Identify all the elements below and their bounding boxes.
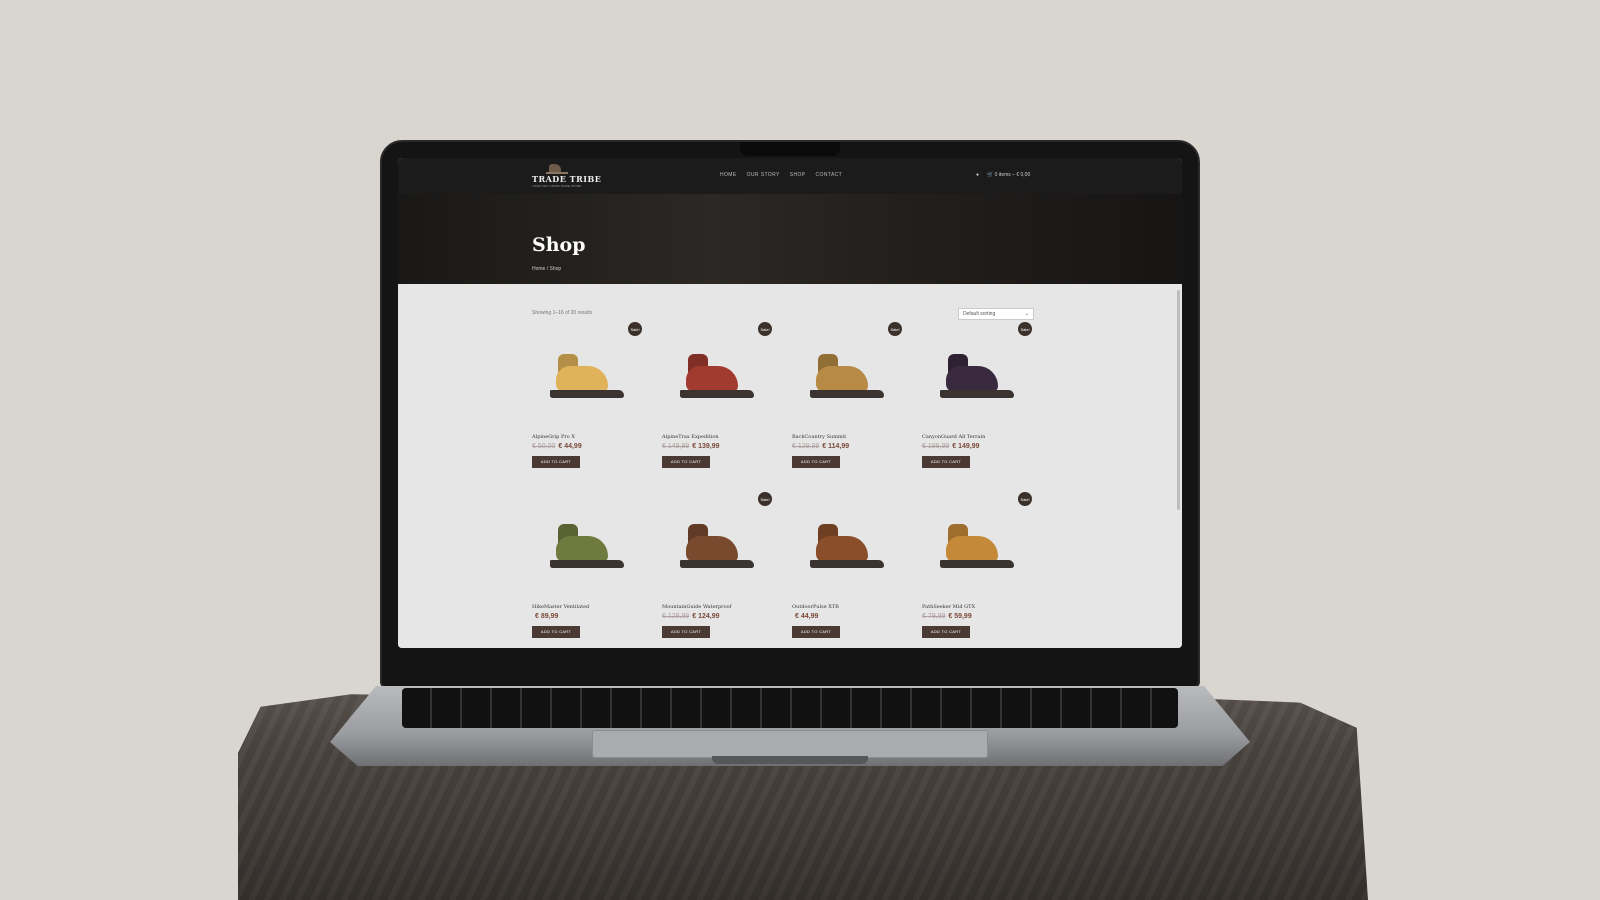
old-price: € 129,99 [662, 613, 690, 620]
product-price: € 50,00 € 44,99 [532, 443, 642, 450]
product-card[interactable]: HikeMaster Ventilated € 89,99 ADD TO CAR… [532, 500, 642, 638]
sort-select[interactable]: Default sorting ⌄ [958, 308, 1034, 320]
add-to-cart-button[interactable]: ADD TO CART [662, 625, 710, 638]
hiking-boot-image [546, 354, 628, 404]
product-name[interactable]: AlpineTrax Expedition [662, 434, 772, 440]
sale-badge: Sale! [888, 322, 902, 336]
sale-badge: Sale! [1018, 492, 1032, 506]
hiking-boot-image [806, 354, 888, 404]
cart-summary[interactable]: 🛒 0 items – € 0,00 [987, 172, 1030, 178]
cart-icon: 🛒 [987, 172, 994, 178]
shop-content: Showing 1–16 of 20 results Default sorti… [398, 284, 1182, 648]
product-image[interactable] [532, 500, 642, 600]
sort-selected: Default sorting [963, 311, 996, 317]
product-card[interactable]: Sale! CanyonGuard All Terrain € 199,99 € … [922, 322, 1032, 468]
product-image[interactable]: Sale! [922, 492, 1032, 600]
product-price: € 44,99 [792, 613, 902, 620]
hiking-boot-image [546, 524, 628, 574]
page-title: Shop [532, 234, 586, 256]
product-card[interactable]: Sale! PathSeeker Mid GTX € 79,99 € 59,99 … [922, 492, 1032, 638]
product-card[interactable]: Sale! BackCountry Summit € 129,99 € 114,9… [792, 322, 902, 468]
add-to-cart-button[interactable]: ADD TO CART [532, 455, 580, 468]
product-price: € 199,99 € 149,99 [922, 443, 1032, 450]
current-price: € 44,99 [795, 613, 819, 620]
boot-logo-icon [546, 164, 568, 174]
product-image[interactable]: Sale! [922, 322, 1032, 430]
sale-badge: Sale! [758, 492, 772, 506]
product-image[interactable]: Sale! [662, 492, 772, 600]
current-price: € 124,99 [692, 613, 720, 620]
old-price: € 79,99 [922, 613, 946, 620]
add-to-cart-button[interactable]: ADD TO CART [922, 625, 970, 638]
brand-tagline: YOUR ONLY HIKING SHOE STORE [532, 184, 582, 188]
old-price: € 50,00 [532, 443, 556, 450]
site-logo[interactable]: TRADE TRIBE YOUR ONLY HIKING SHOE STORE [532, 164, 602, 190]
add-to-cart-button[interactable]: ADD TO CART [792, 455, 840, 468]
product-image[interactable] [792, 500, 902, 600]
laptop-lid: TRADE TRIBE YOUR ONLY HIKING SHOE STORE … [380, 140, 1200, 688]
nav-contact[interactable]: CONTACT [816, 172, 843, 178]
keyboard [402, 688, 1178, 728]
laptop-screen: TRADE TRIBE YOUR ONLY HIKING SHOE STORE … [398, 158, 1182, 648]
old-price: € 149,99 [662, 443, 690, 450]
hiking-boot-image [806, 524, 888, 574]
product-price: € 129,99 € 124,99 [662, 613, 772, 620]
nav-home[interactable]: HOME [720, 172, 737, 178]
current-price: € 139,99 [692, 443, 720, 450]
product-image[interactable]: Sale! [532, 322, 642, 430]
main-nav: HOME OUR STORY SHOP CONTACT [720, 172, 842, 178]
current-price: € 44,99 [558, 443, 582, 450]
hiking-boot-image [676, 354, 758, 404]
current-price: € 59,99 [948, 613, 972, 620]
add-to-cart-button[interactable]: ADD TO CART [532, 625, 580, 638]
add-to-cart-button[interactable]: ADD TO CART [662, 455, 710, 468]
add-to-cart-button[interactable]: ADD TO CART [792, 625, 840, 638]
user-icon[interactable]: ● [976, 172, 979, 178]
product-name[interactable]: CanyonGuard All Terrain [922, 434, 1032, 440]
product-price: € 79,99 € 59,99 [922, 613, 1032, 620]
cart-summary-text: 0 items – € 0,00 [994, 172, 1031, 178]
breadcrumb[interactable]: Home / Shop [532, 266, 561, 272]
product-price: € 149,99 € 139,99 [662, 443, 772, 450]
product-card[interactable]: OutdoorPulse XTR € 44,99 ADD TO CART [792, 500, 902, 638]
result-count: Showing 1–16 of 20 results [532, 310, 593, 316]
nav-shop[interactable]: SHOP [790, 172, 806, 178]
base-lip [712, 756, 868, 764]
product-name[interactable]: MountainGuide Waterproof [662, 604, 772, 610]
hiking-boot-image [936, 354, 1018, 404]
add-to-cart-button[interactable]: ADD TO CART [922, 455, 970, 468]
product-name[interactable]: BackCountry Summit [792, 434, 902, 440]
product-price: € 129,99 € 114,99 [792, 443, 902, 450]
sale-badge: Sale! [1018, 322, 1032, 336]
laptop-base [330, 686, 1250, 766]
product-price: € 89,99 [532, 613, 642, 620]
product-image[interactable]: Sale! [662, 322, 772, 430]
product-name[interactable]: AlpineGrip Pro X [532, 434, 642, 440]
product-card[interactable]: Sale! AlpineGrip Pro X € 50,00 € 44,99 AD… [532, 322, 642, 468]
old-price: € 199,99 [922, 443, 950, 450]
current-price: € 114,99 [822, 443, 850, 450]
product-name[interactable]: OutdoorPulse XTR [792, 604, 902, 610]
sale-badge: Sale! [758, 322, 772, 336]
page-scrollbar[interactable] [1177, 290, 1180, 510]
current-price: € 149,99 [952, 443, 980, 450]
hiking-boot-image [936, 524, 1018, 574]
product-name[interactable]: PathSeeker Mid GTX [922, 604, 1032, 610]
sale-badge: Sale! [628, 322, 642, 336]
product-image[interactable]: Sale! [792, 322, 902, 430]
camera-notch [740, 142, 840, 156]
product-card[interactable]: Sale! MountainGuide Waterproof € 129,99 €… [662, 492, 772, 638]
current-price: € 89,99 [535, 613, 559, 620]
hero-banner: Shop Home / Shop [398, 194, 1182, 284]
nav-our-story[interactable]: OUR STORY [747, 172, 780, 178]
site-header: TRADE TRIBE YOUR ONLY HIKING SHOE STORE … [398, 158, 1182, 194]
account-area: ● 🛒 0 items – € 0,00 [976, 172, 1030, 178]
product-name[interactable]: HikeMaster Ventilated [532, 604, 642, 610]
old-price: € 129,99 [792, 443, 820, 450]
hiking-boot-image [676, 524, 758, 574]
trackpad [592, 730, 988, 758]
brand-name: TRADE TRIBE [532, 174, 602, 184]
chevron-down-icon: ⌄ [1024, 311, 1029, 317]
product-card[interactable]: Sale! AlpineTrax Expedition € 149,99 € 13… [662, 322, 772, 468]
